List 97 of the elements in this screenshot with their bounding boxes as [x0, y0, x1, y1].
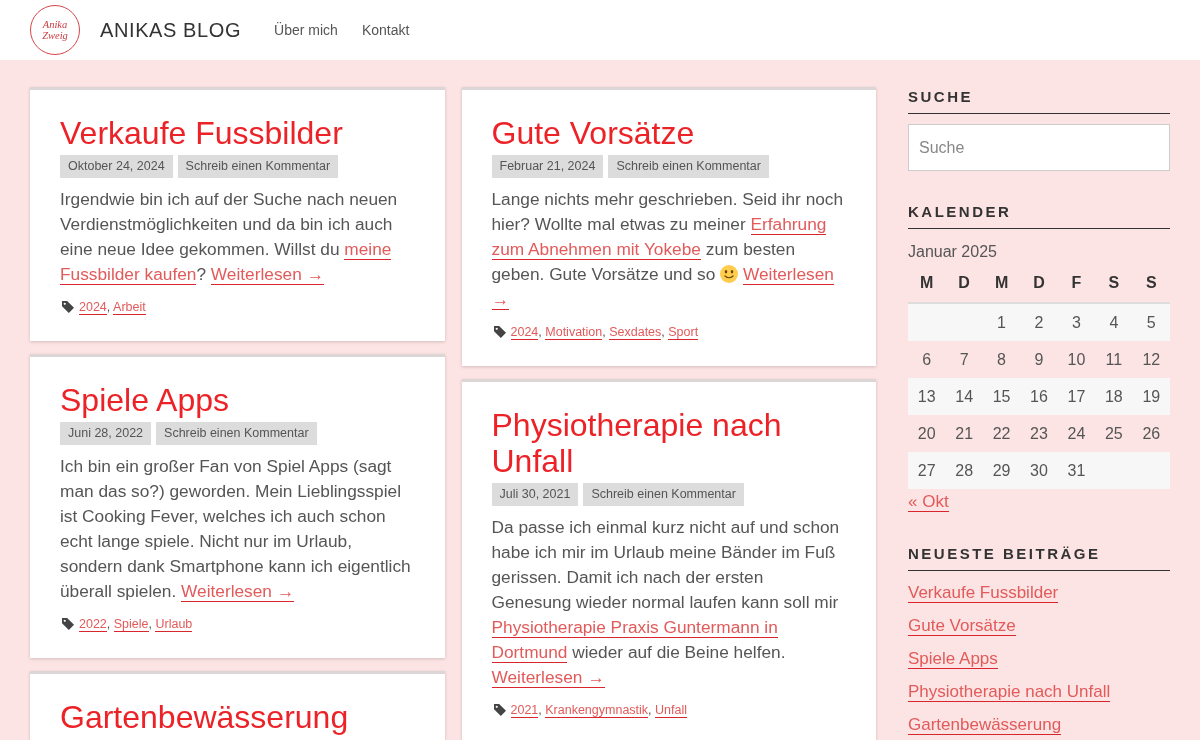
post-excerpt: Da passe ich einmal kurz nicht auf und schon habe ich mir im Urlaub meine Bänder im Fuß gerissen. Damit ich nach der ersten Genesung wieder normal laufen kann soll mir Physiotherapie Praxis Guntermann in Dortmund wieder auf die Beine helfen. Weiterlesen → — [491, 516, 841, 690]
calendar-day: 10 — [1067, 349, 1086, 370]
tag-link[interactable]: Arbeit — [113, 300, 146, 315]
read-more-link[interactable]: → — [491, 289, 509, 310]
recent-post-link[interactable]: Spiele Apps — [908, 649, 998, 669]
prev-month-link[interactable]: « Okt — [908, 492, 949, 512]
comment-link[interactable]: Schreib einen Kommentar — [608, 155, 769, 178]
post-title[interactable]: Physiotherapie nach Unfall — [491, 407, 846, 479]
recent-post-link[interactable]: Physiotherapie nach Unfall — [908, 682, 1111, 702]
read-more-link[interactable]: Weiterlesen → — [210, 264, 324, 285]
calendar-day: 1 — [997, 312, 1006, 333]
weekday-header: D — [958, 272, 970, 293]
tag-list: 2021, Krankengymnastik, Unfall — [510, 701, 687, 719]
tag-link[interactable]: Sport — [668, 325, 699, 340]
tag-icon — [62, 618, 74, 630]
calendar-day: 25 — [1104, 423, 1123, 444]
calendar-day: 27 — [917, 460, 936, 481]
calendar-day: 5 — [1146, 312, 1156, 333]
nav-link[interactable]: Kontakt — [361, 22, 410, 38]
post-title[interactable]: Gute Vorsätze — [491, 115, 846, 151]
inline-link[interactable]: Fussbilder kaufen — [60, 264, 197, 285]
widget-heading: NEUESTE BEITRÄGE — [908, 544, 1170, 571]
nav-link[interactable]: Über mich — [274, 22, 338, 38]
weekday-header: M — [994, 272, 1009, 293]
tag-link[interactable]: Urlaub — [155, 617, 193, 632]
calendar-day: 12 — [1142, 349, 1161, 370]
calendar-day: 3 — [1071, 312, 1081, 333]
calendar-day: 20 — [917, 423, 936, 444]
weekday-header: M — [920, 272, 934, 293]
tag-list: 2024, Arbeit — [79, 298, 146, 316]
calendar-day: 15 — [992, 386, 1011, 407]
site-title[interactable]: ANIKAS BLOG — [100, 18, 242, 42]
post-excerpt: Ich bin ein großer Fan von Spiel Apps (sagt man das so?) geworden. Mein Lieblingsspiel ist Cooking Fever, welches ich auch schon echt lange spiele. Nicht nur im Urlaub, sondern dank Smartphone kann ich eigentlich überall spielen. Weiterlesen → — [60, 455, 412, 604]
comment-link[interactable]: Schreib einen Kommentar — [583, 483, 744, 506]
recent-post-link[interactable]: Gartenbewässerung — [908, 715, 1062, 735]
post-excerpt: Irgendwie bin ich auf der Suche nach neuen Verdienstmöglichkeiten und da bin ich auch eine neue Idee gekommen. Willst du meine Fussbilder kaufen? Weiterlesen → — [60, 188, 399, 287]
inline-link[interactable]: Physiotherapie Praxis Guntermann in — [491, 617, 778, 638]
tag-list: 2022, Spiele, Urlaub — [79, 615, 193, 633]
tag-link[interactable]: 2022 — [79, 617, 107, 632]
calendar-day: 13 — [917, 386, 936, 407]
smiley-icon — [720, 265, 739, 283]
calendar-day: 22 — [992, 423, 1011, 444]
calendar-day: 24 — [1067, 423, 1086, 444]
post-title[interactable]: Gartenbewässerung — [60, 699, 415, 735]
comment-link[interactable]: Schreib einen Kommentar — [156, 422, 317, 445]
calendar-day: 21 — [955, 423, 974, 444]
calendar-day: 19 — [1142, 386, 1161, 407]
calendar-day: 6 — [922, 349, 932, 370]
inline-link[interactable]: Erfahrung — [750, 214, 827, 235]
calendar-day: 17 — [1067, 386, 1086, 407]
calendar-day: 26 — [1142, 423, 1161, 444]
tag-link[interactable]: Spiele — [113, 617, 149, 632]
widget-heading: SUCHE — [908, 87, 1170, 114]
calendar-day: 29 — [992, 460, 1011, 481]
weekday-header: S — [1145, 272, 1157, 293]
tag-icon — [493, 326, 506, 338]
post-title[interactable]: Verkaufe Fussbilder — [60, 115, 415, 151]
calendar-day: 2 — [1034, 312, 1044, 333]
calendar-day: 7 — [959, 349, 969, 370]
tag-list: 2024, Motivation, Sexdates, Sport — [510, 323, 699, 341]
date-link[interactable]: Juni 28, 2022 — [60, 422, 152, 445]
site-logo[interactable]: Anika Zweig — [30, 5, 80, 55]
calendar-day: 30 — [1030, 460, 1048, 481]
recent-post-link[interactable]: Gute Vorsätze — [908, 616, 1016, 636]
weekday-header: F — [1071, 272, 1082, 293]
weekday-header: S — [1108, 272, 1120, 293]
comment-link[interactable]: Schreib einen Kommentar — [177, 155, 339, 178]
calendar-caption: Januar 2025 — [908, 242, 998, 262]
calendar-day: 31 — [1067, 460, 1086, 481]
date-link[interactable]: Juli 30, 2021 — [491, 483, 579, 506]
calendar-day: 8 — [997, 349, 1006, 370]
post-excerpt: Lange nichts mehr geschrieben. Seid ihr noch hier? Wollte mal etwas zu meiner Erfahrung zum Abnehmen mit Yokebe zum besten geben. Gute Vorsätze und so Weiterlesen → — [491, 188, 845, 312]
widget-heading: KALENDER — [908, 202, 1170, 229]
calendar-day: 16 — [1030, 386, 1048, 407]
search-field[interactable]: Suche — [908, 124, 1170, 171]
tag-icon — [62, 301, 74, 313]
date-link[interactable]: Oktober 24, 2024 — [60, 155, 173, 178]
inline-link[interactable]: meine — [344, 239, 392, 260]
calendar-day: 18 — [1104, 386, 1123, 407]
calendar-day: 9 — [1034, 349, 1044, 370]
calendar-day: 4 — [1109, 312, 1119, 333]
calendar-day: 28 — [955, 460, 974, 481]
calendar-day: 11 — [1105, 349, 1123, 370]
date-link[interactable]: Februar 21, 2024 — [491, 155, 604, 178]
tag-link[interactable]: Unfall — [655, 703, 687, 718]
read-more-link[interactable]: Weiterlesen → — [491, 667, 605, 688]
read-more-link[interactable]: Weiterlesen — [742, 264, 834, 285]
tag-icon — [493, 704, 506, 716]
calendar-day: 23 — [1030, 423, 1048, 444]
inline-link[interactable]: zum Abnehmen mit Yokebe — [491, 239, 701, 260]
calendar-day: 14 — [955, 386, 974, 407]
post-title[interactable]: Spiele Apps — [60, 382, 415, 418]
recent-post-link[interactable]: Verkaufe Fussbilder — [908, 583, 1059, 603]
tag-link[interactable]: 2024 — [79, 300, 107, 315]
read-more-link[interactable]: Weiterlesen → — [181, 581, 295, 602]
weekday-header: D — [1033, 272, 1045, 293]
inline-link[interactable]: Dortmund — [491, 642, 568, 663]
